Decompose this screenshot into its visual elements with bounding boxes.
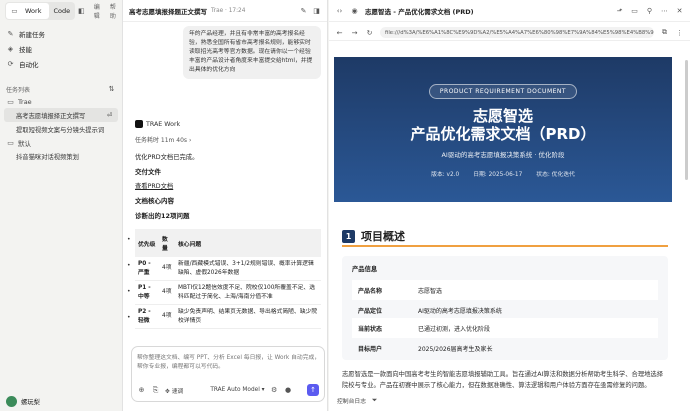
prd-link[interactable]: 查看PRD文档 [135, 183, 173, 190]
mode-switch: ▭ Work Code [5, 2, 76, 20]
table-row: P1 - 中等 4项 MBTI仅12题信效度不足、院校仅100所覆盖不足、选科匹配过… [135, 280, 321, 305]
nav-skills[interactable]: ◈ 技能 [6, 41, 116, 56]
tab-work[interactable]: ▭ Work [6, 3, 50, 19]
trae-logo-icon [135, 120, 143, 128]
menu-edit[interactable]: 编辑 [94, 2, 101, 20]
close-icon[interactable]: ✕ [675, 6, 684, 15]
avatar [6, 396, 17, 407]
issues-heading: 诊断出的12项问题 [135, 212, 190, 220]
deliverable-heading: 交付文件 [135, 168, 161, 176]
user-message: 年的产品经理，并且有非常丰富的高考报名经验，熟悉全国所有省市高考报名规则，能够实… [183, 26, 321, 79]
menu-icon[interactable]: ⋮ [675, 28, 684, 37]
input-toolbar: ⊕ ⎘ ✥ 速调 TRAE Auto Model ▾ ⚙ ● ↑ [137, 384, 319, 396]
console-log-toggle[interactable]: 控制台日志 ⏷ [337, 396, 379, 405]
preview-title: 志愿智选 - 产品优化需求文档 (PRD) [365, 7, 474, 16]
filter-icon[interactable]: ⇅ [107, 85, 116, 94]
folder-icon: ▭ [7, 97, 14, 106]
info-row: 当前状态 已通过初测，进入优化阶段 [352, 318, 658, 338]
issues-table: 优先级 数量 核心问题 P0 - 严重 4项 新疆/西藏模式错误、3+1/2规则错误… [135, 229, 321, 329]
forward-icon[interactable]: → [350, 28, 359, 37]
settings-icon[interactable]: ⚙ [270, 386, 279, 395]
overview-paragraph: 志愿智选是一款面向中国高考考生的智能志愿填报辅助工具。旨在通过AI算法和数据分析… [342, 371, 664, 389]
info-row: 产品定位 AI驱动的高考志愿填报决策系统 [358, 307, 502, 315]
task-badge: ⏎ [106, 111, 112, 119]
skills-icon: ◈ [7, 44, 14, 53]
back-icon[interactable]: ← [335, 28, 344, 37]
mic-icon[interactable]: ● [284, 386, 293, 395]
task-item[interactable]: 提取短视频文案与分镜头提示词 [0, 122, 122, 136]
task-list-header: 任务列表 ⇅ [6, 85, 116, 94]
eye-icon[interactable]: ◉ [350, 6, 359, 15]
work-icon: ▭ [11, 7, 18, 15]
pin-icon[interactable]: ⚲ [645, 6, 654, 15]
bullet-icon: • [127, 262, 131, 269]
chat-input[interactable] [137, 352, 321, 378]
sidebar: ▭ Work Code ◧ 编辑 帮助 ✎ 新建任务 ◈ 技能 ⟳ 自动化 任务列表 ⇅ … [0, 0, 122, 411]
info-row: 产品名称 志愿智选 [352, 280, 658, 300]
user-profile[interactable]: 螺玩梨 [6, 396, 40, 407]
filter-icon: ⏷ [371, 396, 378, 404]
panel-icon[interactable]: ◨ [312, 6, 321, 15]
doc-subtitle: AI驱动的高考志愿填报决策系统 · 优化阶段 [441, 151, 565, 159]
url-field[interactable]: file:///d%3A/%E6%A1%8C%E9%9D%A2/%E5%A4%A… [380, 27, 654, 38]
task-duration[interactable]: 任务耗时 11m 40s › [135, 135, 191, 144]
chat-input-box: ⊕ ⎘ ✥ 速调 TRAE Auto Model ▾ ⚙ ● ↑ [131, 346, 325, 402]
core-heading: 文档核心内容 [135, 197, 174, 205]
bullet-icon: • [127, 288, 131, 295]
col-count: 数量 [159, 229, 175, 257]
automation-icon: ⟳ [7, 59, 14, 68]
doc-hero: PRODUCT REQUIREMENT DOCUMENT 志愿智选 产品优化需求… [334, 57, 672, 202]
tab-code[interactable]: Code [49, 3, 74, 19]
folder-icon: ▭ [7, 138, 14, 147]
scrollbar[interactable] [685, 60, 688, 180]
table-row: P0 - 严重 4项 新疆/西藏模式错误、3+1/2规则错误、概率计算逻辑缺陷、虚假… [135, 257, 321, 281]
reload-icon[interactable]: ↻ [365, 28, 374, 37]
preview-header: ‹› ◉ 志愿智选 - 产品优化需求文档 (PRD) ⬏ ▭ ⚲ ⋯ ✕ [329, 0, 690, 22]
section-rule [342, 245, 668, 247]
info-row: 目标用户 2025/2026届高考生及家长 [358, 345, 493, 353]
code-icon[interactable]: ‹› [335, 6, 344, 15]
chat-subtitle: Trae · 17:24 [211, 7, 246, 14]
table-row: P2 - 轻微 4项 缺少免责声明、结果页无数据、导出格式简陋、缺少院校详情页 [135, 304, 321, 329]
chat-pane: 高考志愿填报择题正文撰写 Trae · 17:24 ✎ ◨ 年的产品经理，并且有… [122, 0, 328, 411]
add-icon[interactable]: ⊕ [137, 386, 146, 395]
address-bar: ← → ↻ file:///d%3A/%E6%A1%8C%E9%9D%A2/%E… [329, 25, 690, 41]
sidebar-toggle-icon[interactable]: ◧ [78, 7, 85, 16]
doc-meta: 版本: v2.0 日期: 2025-06-17 状态: 优化迭代 [431, 172, 575, 178]
terminal-icon[interactable]: ▭ [630, 6, 639, 15]
open-browser-icon[interactable]: ⧉ [660, 28, 669, 37]
task-item[interactable]: 高考志愿填报择正文撰写 ⏎ [4, 108, 118, 122]
bullet-icon: • [127, 314, 131, 321]
chat-title: 高考志愿填报择题正文撰写 [129, 7, 207, 16]
edit-icon[interactable]: ✎ [299, 6, 308, 15]
group-default[interactable]: ▭ 默认 [0, 136, 122, 149]
nav-automation[interactable]: ⟳ 自动化 [6, 56, 116, 71]
doc-title-line2: 产品优化需求文档（PRD） [410, 125, 596, 143]
col-issue: 核心问题 [175, 229, 321, 257]
col-priority: 优先级 [135, 229, 159, 257]
send-button[interactable]: ↑ [307, 384, 319, 396]
task-item[interactable]: 抖音猫咪对话视频策划 [0, 149, 122, 163]
section-heading: 1 项目概述 [342, 228, 405, 244]
status-line: 优化PRD文档已完成。 [135, 154, 199, 161]
attach-icon[interactable]: ⎘ [151, 386, 160, 395]
open-external-icon[interactable]: ⬏ [615, 6, 624, 15]
doc-tag: PRODUCT REQUIREMENT DOCUMENT [428, 84, 578, 99]
agent-label: TRAE Work [135, 120, 180, 128]
agent-response: 优化PRD文档已完成。 交付文件 查看PRD文档 文档核心内容 诊断出的12项问… [135, 152, 321, 225]
compose-icon: ✎ [7, 29, 14, 38]
chat-header: 高考志愿填报择题正文撰写 Trae · 17:24 ✎ ◨ [123, 0, 327, 22]
nav-new-task[interactable]: ✎ 新建任务 [6, 26, 116, 41]
more-icon[interactable]: ⋯ [660, 6, 669, 15]
mode-select[interactable]: ✥ 速调 [165, 386, 183, 395]
bullet-icon: • [127, 236, 131, 243]
preview-pane: ‹› ◉ 志愿智选 - 产品优化需求文档 (PRD) ⬏ ▭ ⚲ ⋯ ✕ ← →… [329, 0, 690, 411]
doc-title-line1: 志愿智选 [472, 107, 533, 125]
mode-switcher-bar: ▭ Work Code ◧ 编辑 帮助 [0, 0, 122, 22]
model-select[interactable]: TRAE Auto Model ▾ [210, 387, 264, 393]
group-trae[interactable]: ▭ Trae [0, 95, 122, 108]
product-info-card: 产品信息 产品名称 志愿智选 产品定位 AI驱动的高考志愿填报决策系统 当前状态 已通… [342, 256, 668, 360]
menu-help[interactable]: 帮助 [110, 2, 117, 20]
